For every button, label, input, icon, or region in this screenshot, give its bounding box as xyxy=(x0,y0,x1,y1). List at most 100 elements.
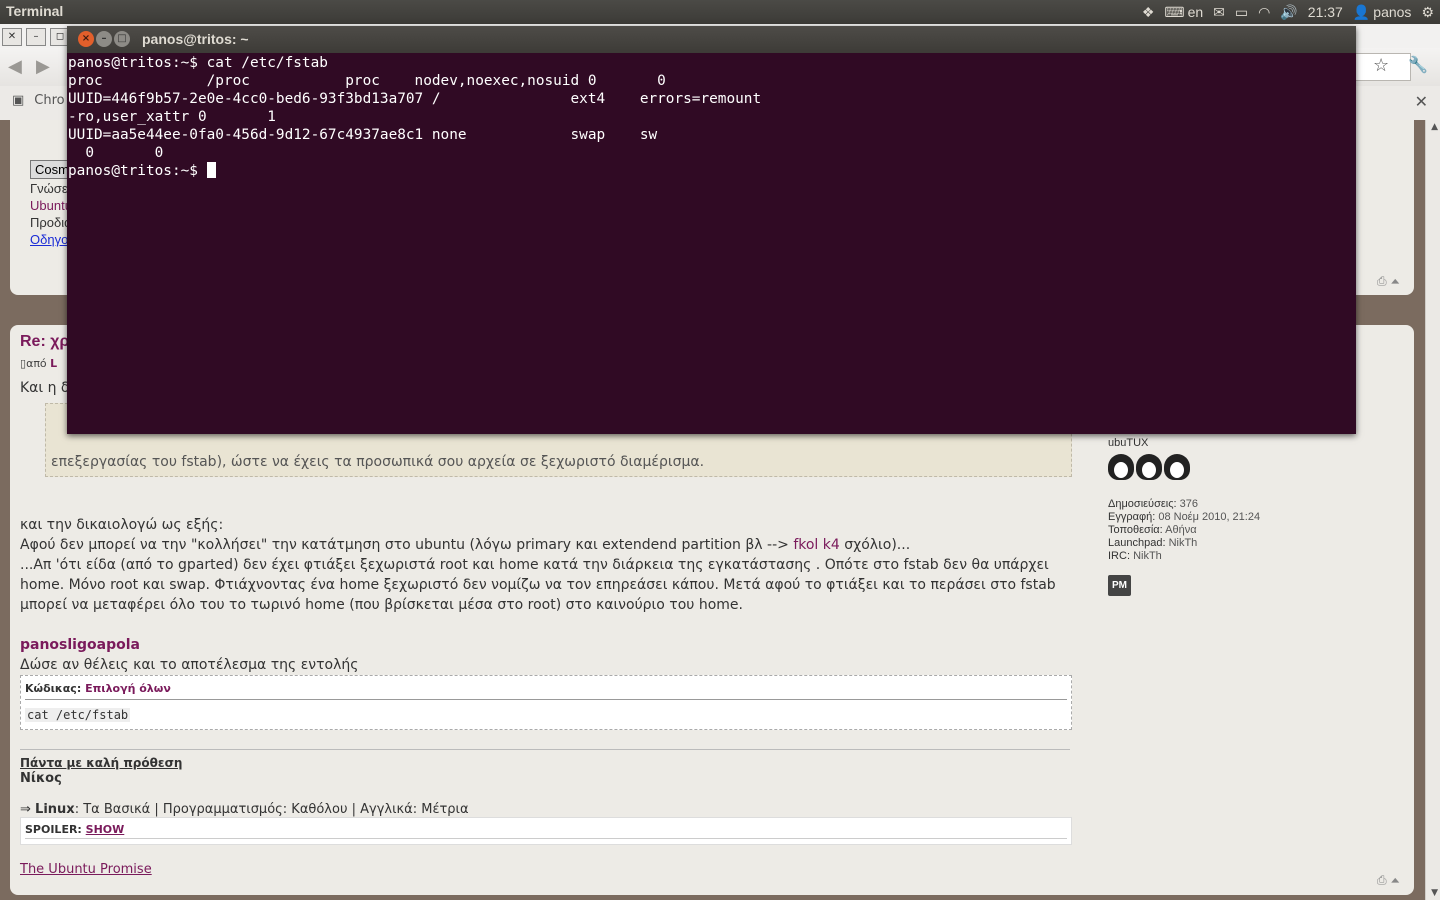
spoiler-label: SPOILER: xyxy=(25,823,82,836)
profile-irc: IRC: NikTh xyxy=(1108,550,1408,563)
maximize-icon[interactable]: □ xyxy=(114,31,130,47)
page-scrollbar[interactable]: ▲ ▼ xyxy=(1425,120,1440,900)
code-label: Κώδικας: xyxy=(25,682,82,695)
divider xyxy=(25,699,1067,700)
signature-divider xyxy=(20,749,1070,750)
terminal-line: proc /proc proc nodev,noexec,nosuid 0 0 xyxy=(68,73,666,89)
arrow-icon: ⇒ xyxy=(20,802,31,817)
bookmark-star-icon[interactable]: ☆ xyxy=(1373,55,1389,76)
by-label: από xyxy=(26,357,47,370)
joined-date: 08 Νοέμ 2010, 21:24 xyxy=(1158,511,1261,523)
keyboard-indicator[interactable]: ⌨ en xyxy=(1164,4,1203,21)
wifi-icon[interactable]: ◠ xyxy=(1258,4,1270,21)
print-icon[interactable]: ⎙ xyxy=(1377,274,1387,288)
keyboard-icon: ⌨ xyxy=(1164,3,1185,20)
terminal-window[interactable]: × – □ panos@tritos: ~ panos@tritos:~$ ca… xyxy=(67,26,1356,434)
terminal-line: UUID=aa5e44ee-0fa0-456d-9d12-67c4937ae8c… xyxy=(68,127,658,143)
volume-icon[interactable]: 🔊 xyxy=(1280,4,1297,21)
infobar-item: ▣ Chro xyxy=(12,93,65,108)
terminal-line: -ro,user_xattr 0 1 xyxy=(68,109,276,125)
gear-icon[interactable]: ⚙ xyxy=(1421,4,1434,21)
fkol-link[interactable]: fkol k4 xyxy=(793,537,839,553)
close-window-button[interactable]: ✕ xyxy=(2,28,22,46)
post-intro: Και η δ xyxy=(20,380,70,396)
terminal-line: panos@tritos:~$ cat /etc/fstab xyxy=(68,55,328,71)
scroll-down-icon[interactable]: ▼ xyxy=(1431,888,1438,898)
rank-badges xyxy=(1108,454,1408,480)
text-cursor xyxy=(206,162,216,178)
tux-icon xyxy=(1136,454,1162,480)
infobar-close-icon[interactable]: ✕ xyxy=(1415,92,1428,111)
infobar-label: Chro xyxy=(34,93,65,108)
wrench-icon[interactable]: 🔧 xyxy=(1408,55,1428,74)
post-body: και την δικαιολογώ ως εξής: Αφού δεν μπο… xyxy=(20,515,1070,615)
keyboard-layout: en xyxy=(1187,4,1204,20)
programming-skill: Προγραμματισμός: Καθόλου xyxy=(162,802,348,817)
mail-icon[interactable]: ✉ xyxy=(1213,4,1225,21)
terminal-titlebar[interactable]: × – □ panos@tritos: ~ xyxy=(67,26,1356,53)
top-arrow-icon[interactable]: ⏶ xyxy=(1390,274,1400,288)
para-justify: και την δικαιολογώ ως εξής: xyxy=(20,517,224,533)
post-title[interactable]: Re: χρ xyxy=(20,333,69,351)
window-controls: ✕ – ◻ xyxy=(2,28,70,46)
user-mention[interactable]: panosligoapola xyxy=(20,635,1070,655)
close-icon[interactable]: × xyxy=(78,31,94,47)
launchpad-label: Launchpad: xyxy=(1108,537,1166,549)
post-actions: ⎙ ⏶ xyxy=(1377,274,1400,289)
spoiler-box: SPOILER: SHOW xyxy=(20,817,1072,845)
linux-label: Linux xyxy=(35,802,75,817)
linux-value: : Τα Βασικά xyxy=(74,802,151,817)
terminal-output[interactable]: panos@tritos:~$ cat /etc/fstab proc /proc… xyxy=(68,54,1355,432)
post-body-2: panosligoapola Δώσε αν θέλεις και το απο… xyxy=(20,635,1070,675)
signature-skills: ⇒ Linux: Τα Βασικά | Προγραμματισμός: Κα… xyxy=(20,802,469,817)
para-reason-suffix: σχόλιο)... xyxy=(839,537,911,553)
terminal-prompt: panos@tritos:~$ xyxy=(68,163,207,179)
user-menu[interactable]: 👤 panos xyxy=(1353,4,1412,21)
para-reason: Αφού δεν μπορεί να την "κολλήσει" την κα… xyxy=(20,535,1070,555)
signature-link[interactable]: Πάντα με καλή πρόθεση xyxy=(20,756,182,770)
posts-count: 376 xyxy=(1179,498,1198,510)
spoiler-show-link[interactable]: SHOW xyxy=(86,823,125,836)
scroll-up-icon[interactable]: ▲ xyxy=(1431,122,1438,132)
ubuntu-promise-link[interactable]: The Ubuntu Promise xyxy=(20,862,152,877)
profile-location: Τοποθεσία: Αθήνα xyxy=(1108,524,1408,537)
active-app-title: Terminal xyxy=(6,3,64,19)
post-author-line: ▯από L xyxy=(20,357,57,370)
code-content: cat /etc/fstab xyxy=(25,708,131,722)
back-arrow-icon[interactable]: ◀ xyxy=(8,56,22,77)
post-author[interactable]: L xyxy=(50,357,57,370)
chrome-puzzle-icon: ▣ xyxy=(12,93,25,108)
minimize-window-button[interactable]: – xyxy=(26,28,46,46)
profile-posts: Δημοσιεύσεις: 376 xyxy=(1108,498,1408,511)
top-arrow-icon[interactable]: ⏶ xyxy=(1390,873,1400,887)
pm-button[interactable]: PM xyxy=(1108,575,1131,596)
profile-launchpad: Launchpad: NikTh xyxy=(1108,537,1408,550)
indicator-area: ❖ ⌨ en ✉ ▭ ◠ 🔊 21:37 👤 panos ⚙ xyxy=(1142,0,1434,24)
para-ask: Δώσε αν θέλεις και το αποτέλεσμα της εντ… xyxy=(20,657,359,673)
battery-icon[interactable]: ▭ xyxy=(1235,4,1248,21)
terminal-line: 0 0 xyxy=(68,145,164,161)
dropbox-icon[interactable]: ❖ xyxy=(1142,4,1155,21)
post-actions: ⎙ ⏶ xyxy=(1377,873,1400,888)
para-details: ...Απ 'ότι είδα (από το gparted) δεν έχε… xyxy=(20,557,1056,613)
user-icon: 👤 xyxy=(1352,3,1371,20)
divider xyxy=(25,838,1067,839)
signature-link-text[interactable]: Πάντα με καλή πρόθεση xyxy=(20,756,182,770)
tux-icon xyxy=(1108,454,1134,480)
author-rank: ubuTUX xyxy=(1108,437,1149,449)
location-label: Τοποθεσία: xyxy=(1108,524,1163,536)
forward-arrow-icon[interactable]: ▶ xyxy=(36,56,50,77)
launchpad-value: NikTh xyxy=(1168,537,1198,549)
code-header: Κώδικας: Επιλογή όλων xyxy=(25,682,171,695)
select-all-link[interactable]: Επιλογή όλων xyxy=(85,682,171,695)
signature-name: Νίκος xyxy=(20,771,62,786)
tux-icon xyxy=(1164,454,1190,480)
separator: | xyxy=(351,802,361,817)
print-icon[interactable]: ⎙ xyxy=(1377,873,1387,887)
location-value: Αθήνα xyxy=(1165,524,1197,536)
terminal-title: panos@tritos: ~ xyxy=(142,31,249,47)
author-profile: ubuTUX Δημοσιεύσεις: 376 Εγγραφή: 08 Νοέ… xyxy=(1108,437,1408,596)
clock[interactable]: 21:37 xyxy=(1308,4,1343,20)
para-reason-text: Αφού δεν μπορεί να την "κολλήσει" την κα… xyxy=(20,537,794,553)
minimize-icon[interactable]: – xyxy=(96,31,112,47)
